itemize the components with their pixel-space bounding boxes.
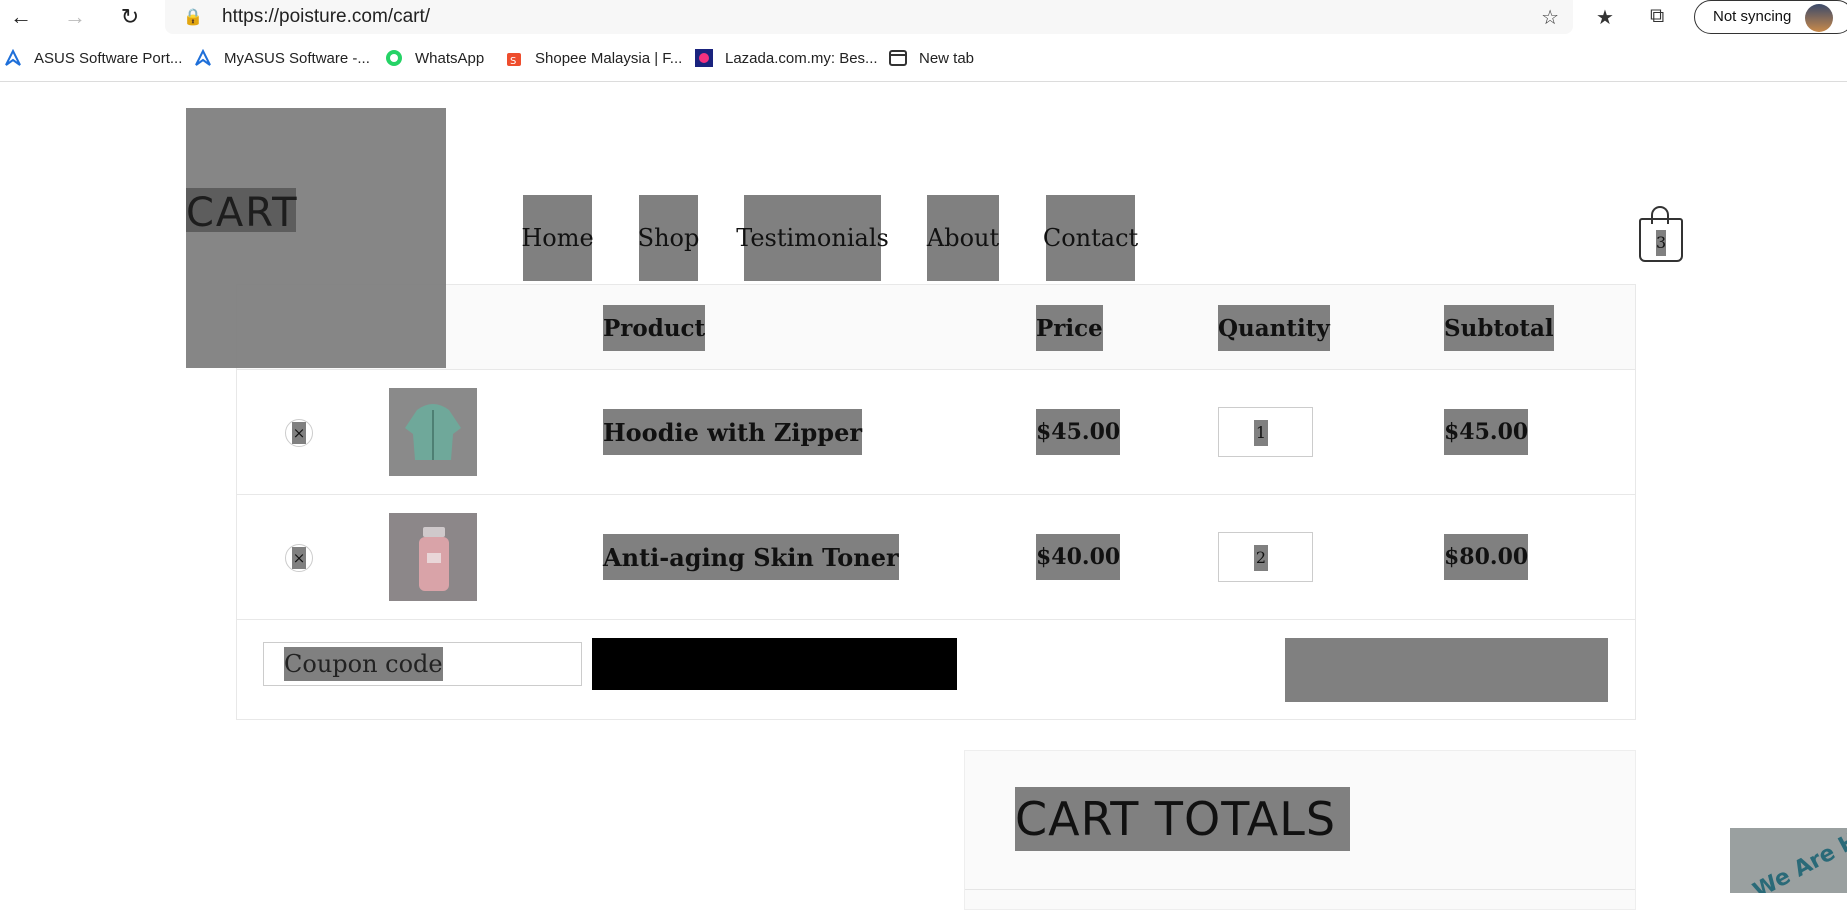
- bookmark-asus-software[interactable]: ASUS Software Port...: [4, 47, 182, 69]
- cart-table: Product Price Quantity Subtotal × Hoodie…: [236, 284, 1636, 720]
- product-thumbnail[interactable]: [389, 388, 477, 476]
- bookmark-label: New tab: [919, 49, 975, 67]
- nav-home[interactable]: Home: [521, 195, 594, 281]
- hoodie-image: [389, 388, 477, 476]
- asus-icon: [4, 48, 22, 67]
- help-badge-text: We Are Here: [1749, 828, 1847, 893]
- table-row: × Anti-aging Skin Toner $40.00 2 $80.00: [237, 495, 1635, 620]
- cart-totals-title: CART TOTALS: [1015, 787, 1351, 851]
- bookmark-new-tab[interactable]: New tab: [889, 47, 974, 69]
- shopee-icon: S: [505, 49, 523, 67]
- asus-icon: [194, 48, 212, 67]
- bookmark-shopee[interactable]: S Shopee Malaysia | F...: [505, 47, 682, 69]
- remove-item-button[interactable]: ×: [285, 544, 313, 572]
- apply-coupon-button[interactable]: [592, 638, 957, 690]
- product-price: $45.00: [1036, 409, 1121, 455]
- coupon-row: Coupon code: [237, 620, 1635, 720]
- quantity-value: 1: [1254, 420, 1268, 446]
- product-name-link[interactable]: Hoodie with Zipper: [603, 409, 862, 455]
- url-text: https://poisture.com/cart/: [222, 6, 431, 27]
- collections-icon[interactable]: ⧉: [1650, 5, 1664, 28]
- bookmarks-bar: ASUS Software Port... MyASUS Software -.…: [0, 39, 1847, 82]
- product-thumbnail[interactable]: [389, 513, 477, 601]
- logo-text: CART: [186, 190, 299, 236]
- quantity-input[interactable]: 2: [1218, 532, 1313, 582]
- close-icon: ×: [292, 547, 306, 569]
- sync-label: Not syncing: [1713, 8, 1792, 25]
- header-product: Product: [603, 305, 706, 351]
- bookmark-label: ASUS Software Port...: [34, 49, 183, 67]
- browser-toolbar: ← → ↻ 🔒 https://poisture.com/cart/ ☆ ★ ⧉…: [0, 0, 1847, 34]
- favorite-add-icon[interactable]: ☆: [1541, 5, 1559, 30]
- refresh-icon[interactable]: ↻: [116, 3, 144, 31]
- table-row: × Hoodie with Zipper $45.00 1 $45.00: [237, 370, 1635, 495]
- product-subtotal: $80.00: [1444, 534, 1529, 580]
- lock-icon[interactable]: 🔒: [183, 7, 203, 27]
- header-price: Price: [1036, 305, 1103, 351]
- divider: [965, 889, 1635, 890]
- header-quantity: Quantity: [1218, 305, 1330, 351]
- profile-sync-button[interactable]: Not syncing: [1694, 0, 1847, 34]
- forward-icon[interactable]: →: [61, 3, 89, 31]
- favorites-icon[interactable]: ★: [1596, 5, 1614, 30]
- cart-button[interactable]: 3: [1637, 206, 1685, 264]
- bookmark-label: Shopee Malaysia | F...: [535, 49, 683, 67]
- toner-image: [389, 513, 477, 601]
- lazada-icon: [695, 49, 713, 67]
- bookmark-lazada[interactable]: Lazada.com.my: Bes...: [695, 47, 878, 69]
- site-logo[interactable]: CART: [186, 108, 446, 368]
- cart-totals-panel: CART TOTALS: [964, 750, 1636, 910]
- bookmark-label: WhatsApp: [415, 49, 485, 67]
- bookmark-label: Lazada.com.my: Bes...: [725, 49, 878, 67]
- coupon-placeholder: Coupon code: [284, 647, 443, 681]
- remove-item-button[interactable]: ×: [285, 419, 313, 447]
- bookmark-label: MyASUS Software -...: [224, 49, 370, 67]
- nav-shop[interactable]: Shop: [638, 195, 699, 281]
- quantity-value: 2: [1254, 545, 1268, 571]
- product-price: $40.00: [1036, 534, 1121, 580]
- whatsapp-icon: [385, 49, 403, 67]
- back-icon[interactable]: ←: [7, 3, 35, 31]
- svg-text:S: S: [510, 56, 516, 67]
- chat-help-badge[interactable]: We Are Here: [1730, 828, 1847, 893]
- avatar: [1805, 4, 1833, 32]
- quantity-input[interactable]: 1: [1218, 407, 1313, 457]
- newtab-icon: [889, 49, 907, 67]
- nav-contact[interactable]: Contact: [1043, 195, 1138, 281]
- table-header: Product Price Quantity Subtotal: [237, 285, 1635, 370]
- product-subtotal: $45.00: [1444, 409, 1529, 455]
- bookmark-myasus[interactable]: MyASUS Software -...: [194, 47, 370, 69]
- address-bar[interactable]: 🔒 https://poisture.com/cart/ ☆: [165, 0, 1573, 34]
- cart-count-badge: 3: [1656, 230, 1666, 256]
- coupon-code-input[interactable]: Coupon code: [263, 642, 582, 686]
- nav-testimonials[interactable]: Testimonials: [736, 195, 889, 281]
- bookmark-whatsapp[interactable]: WhatsApp: [385, 47, 484, 69]
- update-cart-button[interactable]: [1285, 638, 1608, 702]
- product-name-link[interactable]: Anti-aging Skin Toner: [603, 534, 899, 580]
- nav-about[interactable]: About: [927, 195, 999, 281]
- close-icon: ×: [292, 422, 306, 444]
- header-subtotal: Subtotal: [1444, 305, 1554, 351]
